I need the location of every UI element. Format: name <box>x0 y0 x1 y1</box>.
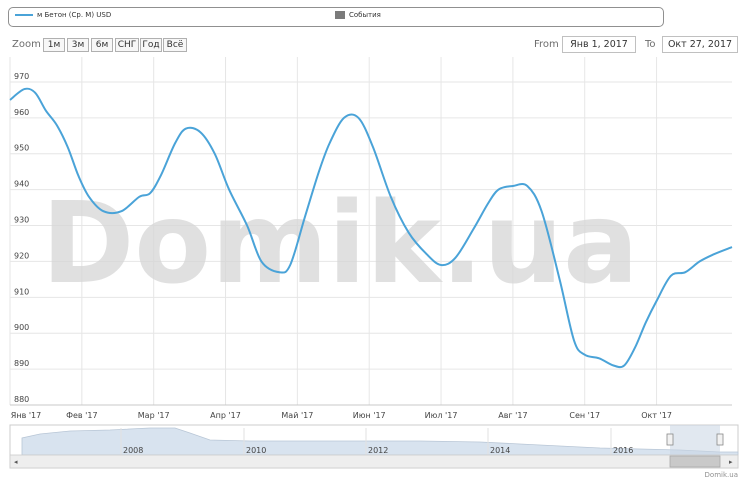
y-tick-label: 970 <box>14 72 29 81</box>
chart-svg: Domik.ua 880890900910920930940950960970 … <box>9 57 739 479</box>
x-tick-label: Май '17 <box>281 411 313 420</box>
chart-root: м Бетон (Ср. М) USD События Zoom 1м 3м 6… <box>0 0 744 480</box>
x-tick-label: Апр '17 <box>210 411 241 420</box>
credit-label[interactable]: Domik.ua <box>705 471 738 479</box>
navigator-year-label: 2008 <box>123 446 143 455</box>
y-tick-label: 930 <box>14 216 29 225</box>
x-axis-labels: Янв '17 Фев '17 Мар '17 Апр '17 Май '17 Июн '… <box>11 411 672 420</box>
navigator[interactable]: 2008 2010 2012 2014 2016 ◂ ▸ <box>9 424 739 469</box>
scrollbar-thumb[interactable] <box>669 455 721 468</box>
watermark: Domik.ua <box>41 179 638 309</box>
x-tick-label: Июн '17 <box>353 411 386 420</box>
x-tick-label: Июл '17 <box>425 411 458 420</box>
scrollbar-track[interactable] <box>9 454 739 469</box>
navigator-selection[interactable] <box>670 425 720 455</box>
x-tick-label: Янв '17 <box>11 411 41 420</box>
navigator-year-label: 2010 <box>246 446 266 455</box>
navigator-year-label: 2012 <box>368 446 388 455</box>
x-tick-label: Сен '17 <box>569 411 600 420</box>
navigator-year-label: 2014 <box>490 446 510 455</box>
y-tick-label: 890 <box>14 359 29 368</box>
y-tick-label: 960 <box>14 108 29 117</box>
x-tick-label: Фев '17 <box>66 411 97 420</box>
scrollbar-left-arrow-icon[interactable]: ◂ <box>14 458 18 466</box>
y-tick-label: 910 <box>14 287 29 296</box>
x-tick-label: Авг '17 <box>498 411 527 420</box>
y-tick-label: 950 <box>14 144 29 153</box>
x-tick-label: Окт '17 <box>641 411 672 420</box>
y-tick-label: 900 <box>14 323 29 332</box>
y-tick-label: 920 <box>14 251 29 260</box>
y-tick-label: 940 <box>14 180 29 189</box>
y-axis-labels: 880 890 900 910 920 930 940 950 960 970 <box>14 72 29 404</box>
navigator-year-label: 2016 <box>613 446 633 455</box>
navigator-right-handle[interactable] <box>716 433 724 446</box>
navigator-left-handle[interactable] <box>666 433 674 446</box>
y-tick-label: 880 <box>14 395 29 404</box>
scrollbar-right-arrow-icon[interactable]: ▸ <box>729 458 733 466</box>
x-tick-label: Мар '17 <box>138 411 170 420</box>
